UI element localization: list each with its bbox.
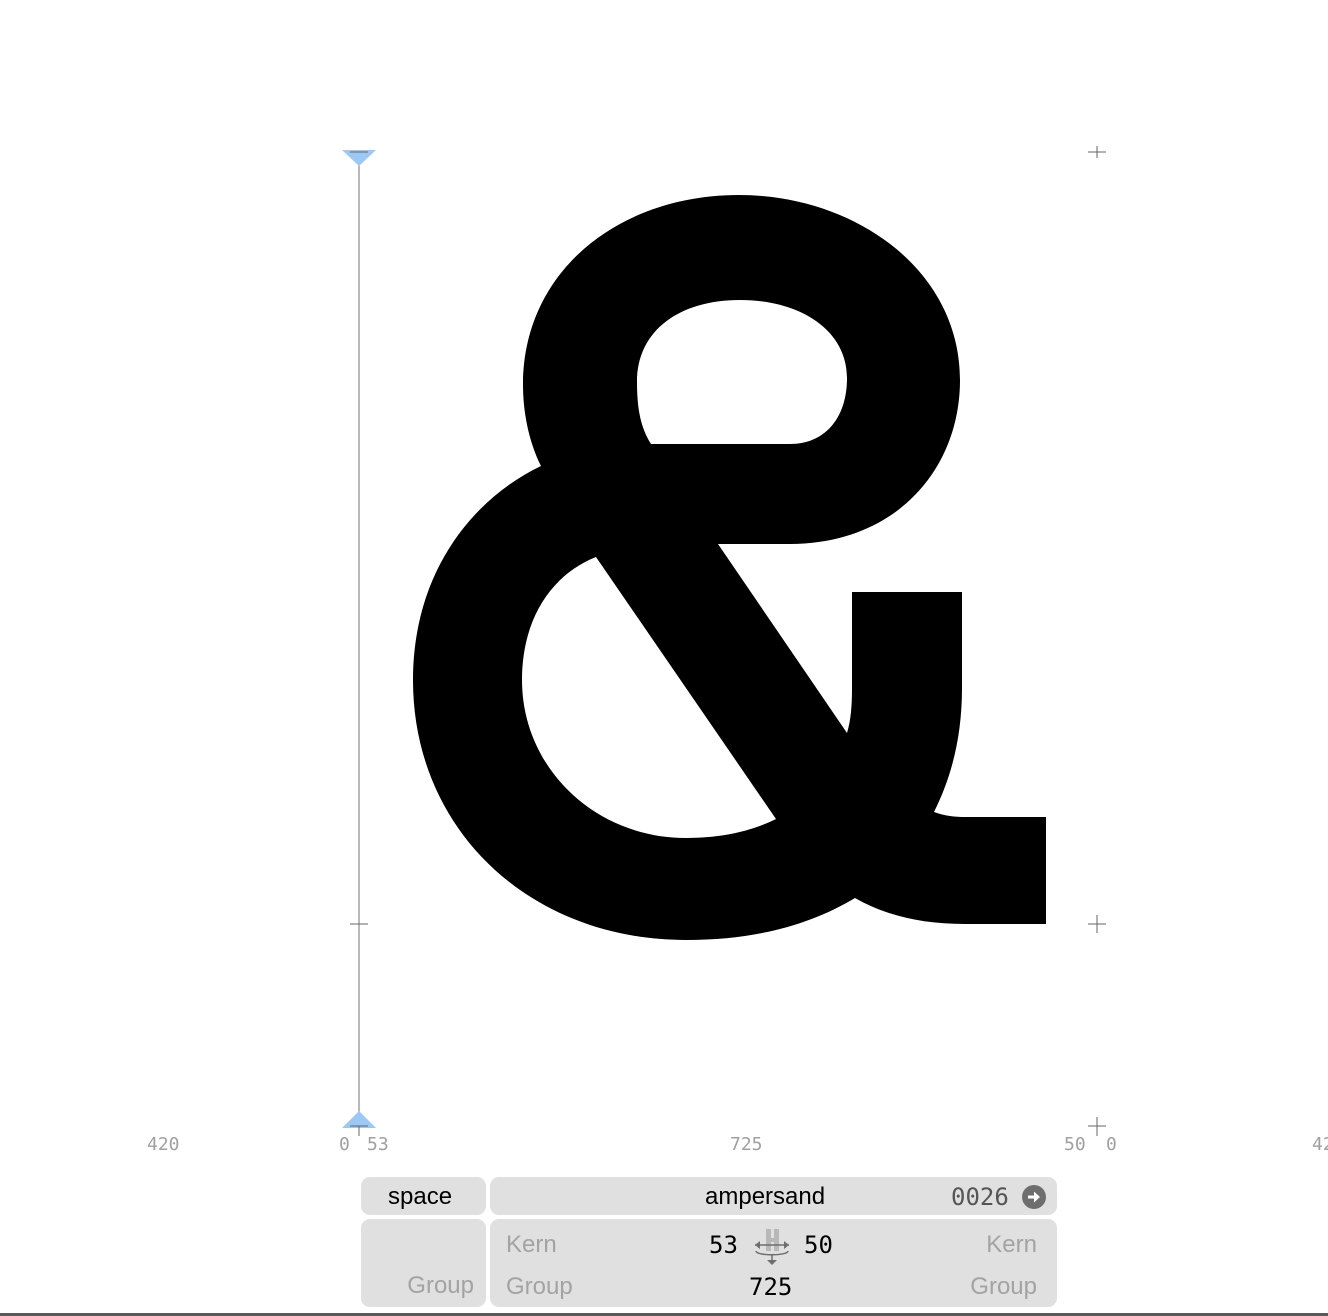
left-neighbor-width: 420 [147,1134,180,1155]
blue-triangle-up-icon[interactable] [342,1111,376,1128]
glyph-name-panel[interactable]: ampersand 0026 [490,1177,1057,1215]
prev-glyph-group-label[interactable]: Group [407,1271,474,1301]
glyph-unicode[interactable]: 0026 [951,1182,1009,1212]
left-kern-label[interactable]: Kern [506,1230,557,1260]
right-kern-label[interactable]: Kern [986,1230,1037,1260]
right-top-tick [1088,146,1106,158]
prev-glyph-info-panel: Group [361,1219,486,1307]
glyph-edit-canvas[interactable] [0,0,1328,1316]
glyph-metrics-panel: Kern Group Kern Group 53 50 725 [490,1219,1057,1307]
left-neighbor-rsb: 0 [339,1134,350,1155]
lsb-field[interactable]: 53 [709,1230,738,1260]
right-baseline-cross [1088,915,1106,933]
prev-glyph-name: space [388,1183,453,1210]
width-field[interactable]: 725 [749,1272,792,1302]
glyph-rsb-value: 50 [1064,1134,1086,1155]
prev-glyph-name-panel[interactable]: space [361,1177,486,1215]
glyph-lsb-value: 53 [367,1134,389,1155]
ampersand-glyph-outline[interactable] [413,195,1046,940]
rsb-field[interactable]: 50 [804,1230,833,1260]
left-group-label[interactable]: Group [506,1272,573,1302]
glyph-width-value: 725 [730,1134,763,1155]
arrow-right-circle-icon[interactable] [1022,1185,1046,1209]
right-group-label[interactable]: Group [970,1272,1037,1302]
right-neighbor-lsb: 0 [1106,1134,1117,1155]
glyph-name[interactable]: ampersand [705,1182,825,1212]
right-bottom-cross [1088,1117,1106,1136]
right-neighbor-width: 42 [1312,1134,1328,1155]
metrics-link-icon[interactable] [752,1225,792,1267]
